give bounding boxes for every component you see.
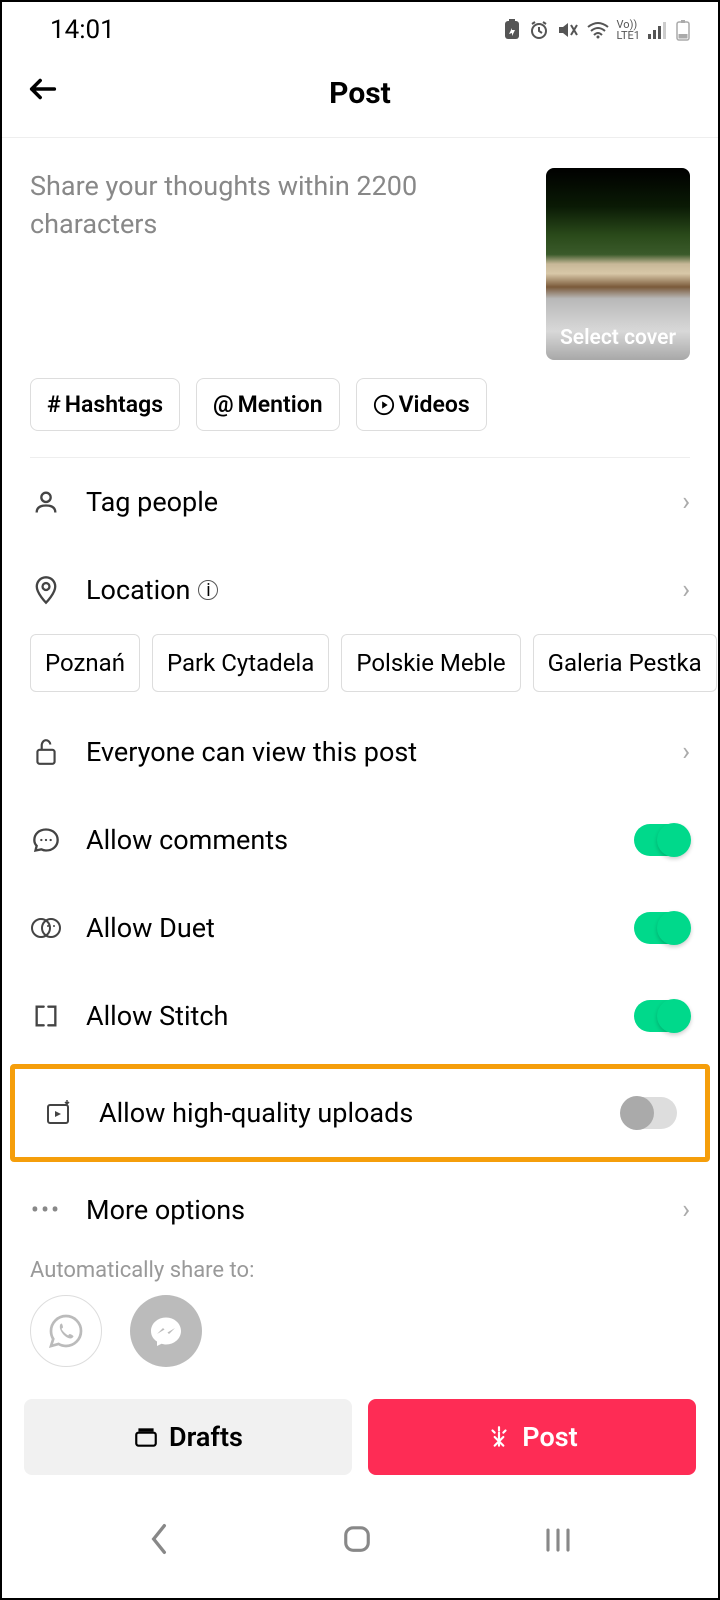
location-suggestions: Poznań Park Cytadela Polskie Meble Galer… [2, 634, 718, 708]
stitch-toggle[interactable] [634, 1000, 690, 1032]
whatsapp-icon [48, 1313, 84, 1349]
comments-toggle[interactable] [634, 824, 690, 856]
drafts-icon [133, 1426, 159, 1448]
battery-saver-icon [503, 19, 521, 41]
location-chip[interactable]: Galeria Pestka [533, 634, 717, 692]
select-cover-label: Select cover [546, 326, 690, 350]
privacy-label: Everyone can view this post [86, 736, 658, 768]
info-icon: i [198, 580, 218, 600]
chevron-right-icon: › [682, 1195, 690, 1225]
android-nav-bar [2, 1495, 718, 1587]
stitch-row: Allow Stitch [2, 972, 718, 1060]
stitch-icon [30, 1002, 62, 1030]
comments-label: Allow comments [86, 824, 610, 856]
tag-people-label: Tag people [86, 486, 658, 518]
compose-area: Share your thoughts within 2200 characte… [2, 138, 718, 368]
location-row[interactable]: Locationi › [2, 546, 718, 634]
tag-people-row[interactable]: Tag people › [2, 458, 718, 546]
videos-chip[interactable]: Videos [356, 378, 487, 431]
sparkle-icon [486, 1424, 512, 1450]
location-chip[interactable]: Park Cytadela [152, 634, 329, 692]
alarm-icon [529, 20, 549, 40]
hash-icon: # [47, 391, 61, 418]
status-time: 14:01 [50, 15, 115, 45]
mention-chip[interactable]: @Mention [196, 378, 340, 431]
nav-home[interactable] [342, 1524, 372, 1562]
page-title: Post [329, 76, 391, 111]
ellipsis-icon: ••• [30, 1196, 62, 1224]
battery-icon [676, 19, 690, 41]
duet-toggle[interactable] [634, 912, 690, 944]
comment-icon [30, 826, 62, 854]
hq-toggle[interactable] [621, 1097, 677, 1129]
back-button[interactable] [26, 72, 60, 115]
duet-label: Allow Duet [86, 912, 610, 944]
more-options-row[interactable]: ••• More options › [2, 1166, 718, 1254]
chevron-right-icon: › [682, 737, 690, 767]
hq-label: Allow high-quality uploads [99, 1097, 597, 1129]
location-chip[interactable]: Polskie Meble [341, 634, 520, 692]
more-options-label: More options [86, 1194, 658, 1226]
location-chip[interactable]: Poznań [30, 634, 140, 692]
stitch-label: Allow Stitch [86, 1000, 610, 1032]
mute-icon [557, 20, 579, 40]
cover-thumbnail[interactable]: Select cover [546, 168, 690, 360]
at-icon: @ [213, 391, 234, 418]
post-button[interactable]: Post [368, 1399, 696, 1475]
header: Post [2, 58, 718, 138]
arrow-left-icon [26, 72, 60, 106]
nav-recents[interactable] [543, 1526, 573, 1561]
volte-label: Vo))LTE1 [617, 19, 640, 41]
drafts-button[interactable]: Drafts [24, 1399, 352, 1475]
duet-row: Allow Duet [2, 884, 718, 972]
play-circle-icon [373, 394, 395, 416]
nav-back[interactable] [147, 1523, 171, 1563]
messenger-share[interactable] [130, 1295, 202, 1367]
wifi-icon [587, 21, 609, 39]
comments-row: Allow comments [2, 796, 718, 884]
hq-icon [43, 1100, 75, 1126]
caption-input[interactable]: Share your thoughts within 2200 characte… [30, 168, 530, 360]
person-icon [30, 488, 62, 516]
messenger-icon [148, 1313, 184, 1349]
unlock-icon [30, 737, 62, 767]
hq-uploads-row: Allow high-quality uploads [15, 1069, 705, 1157]
status-bar: 14:01 Vo))LTE1 [2, 2, 718, 58]
share-icons [2, 1295, 718, 1387]
share-label: Automatically share to: [2, 1254, 718, 1295]
privacy-row[interactable]: Everyone can view this post › [2, 708, 718, 796]
signal-icon [648, 21, 668, 39]
location-label: Locationi [86, 574, 658, 606]
format-chips: #Hashtags @Mention Videos [2, 368, 718, 457]
hashtags-chip[interactable]: #Hashtags [30, 378, 180, 431]
duet-icon [30, 915, 62, 941]
status-icons: Vo))LTE1 [503, 19, 690, 41]
chevron-right-icon: › [682, 575, 690, 605]
highlight-annotation: Allow high-quality uploads [10, 1064, 710, 1162]
whatsapp-share[interactable] [30, 1295, 102, 1367]
location-icon [30, 575, 62, 605]
bottom-buttons: Drafts Post [2, 1387, 718, 1495]
chevron-right-icon: › [682, 487, 690, 517]
